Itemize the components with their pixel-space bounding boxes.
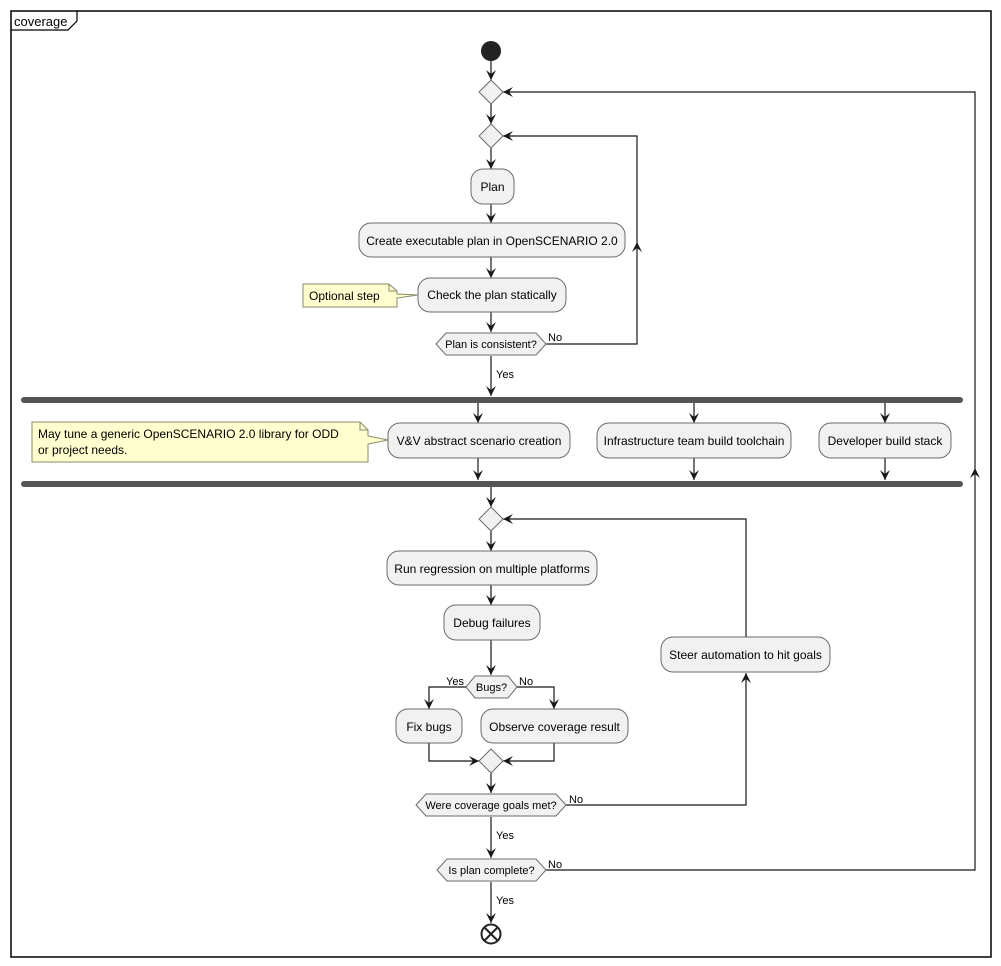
activity-observe-coverage: Observe coverage result: [480, 708, 629, 744]
merge-bugs: [478, 748, 504, 774]
edge-label-no: No: [569, 794, 583, 806]
edge-label-yes: Yes: [496, 830, 514, 842]
note-text-line2: or project needs.: [38, 443, 127, 457]
fork-bar: [21, 397, 963, 403]
merge-inner: [478, 123, 504, 149]
activity-infra-build: Infrastructure team build toolchain: [596, 422, 792, 459]
edge-label-no: No: [548, 332, 562, 344]
activity-label: Infrastructure team build toolchain: [604, 434, 785, 448]
activity-create-plan: Create executable plan in OpenSCENARIO 2…: [358, 222, 626, 258]
decision-label: Plan is consistent?: [445, 339, 537, 351]
activity-vv-creation: V&V abstract scenario creation: [387, 422, 571, 459]
activity-label: Developer build stack: [828, 434, 944, 448]
decision-label: Is plan complete?: [448, 865, 534, 877]
activity-run-regression: Run regression on multiple platforms: [386, 550, 598, 586]
frame-title: coverage: [14, 14, 67, 29]
decision-bugs: Bugs?: [465, 675, 518, 699]
edge-label-yes: Yes: [496, 369, 514, 381]
activity-label: Steer automation to hit goals: [669, 648, 822, 662]
activity-label: V&V abstract scenario creation: [397, 434, 562, 448]
activity-diagram: coverage Plan Create executable plan in …: [10, 10, 992, 958]
activity-label: Fix bugs: [406, 720, 451, 734]
note-tune-library: May tune a generic OpenSCENARIO 2.0 libr…: [31, 421, 389, 463]
end-node: [480, 923, 502, 945]
edge-label-yes: Yes: [446, 676, 464, 688]
edge-label-yes: Yes: [496, 895, 514, 907]
decision-label: Were coverage goals met?: [425, 800, 556, 812]
activity-fix-bugs: Fix bugs: [395, 708, 463, 744]
note-optional-step: Optional step: [302, 283, 419, 308]
decision-plan-consistent: Plan is consistent?: [435, 332, 547, 356]
activity-label: Debug failures: [453, 616, 530, 630]
activity-plan: Plan: [470, 168, 515, 205]
join-bar: [21, 481, 963, 487]
start-node: [481, 41, 501, 61]
activity-check-plan: Check the plan statically: [417, 277, 567, 313]
note-text-line1: May tune a generic OpenSCENARIO 2.0 libr…: [38, 427, 339, 441]
activity-label: Plan: [480, 180, 504, 194]
activity-label: Create executable plan in OpenSCENARIO 2…: [366, 234, 618, 248]
activity-label: Check the plan statically: [427, 288, 556, 302]
merge-regression: [478, 506, 504, 532]
activity-label: Observe coverage result: [489, 720, 620, 734]
merge-outer: [478, 79, 504, 105]
activity-steer-automation: Steer automation to hit goals: [660, 636, 831, 673]
decision-plan-complete: Is plan complete?: [436, 858, 547, 882]
edge-label-no: No: [548, 859, 562, 871]
decision-coverage-met: Were coverage goals met?: [415, 793, 567, 817]
activity-dev-build: Developer build stack: [818, 422, 952, 459]
edge-label-no: No: [519, 676, 533, 688]
note-text: Optional step: [309, 289, 380, 303]
decision-label: Bugs?: [476, 682, 507, 694]
activity-debug-failures: Debug failures: [443, 604, 541, 641]
activity-label: Run regression on multiple platforms: [394, 562, 589, 576]
